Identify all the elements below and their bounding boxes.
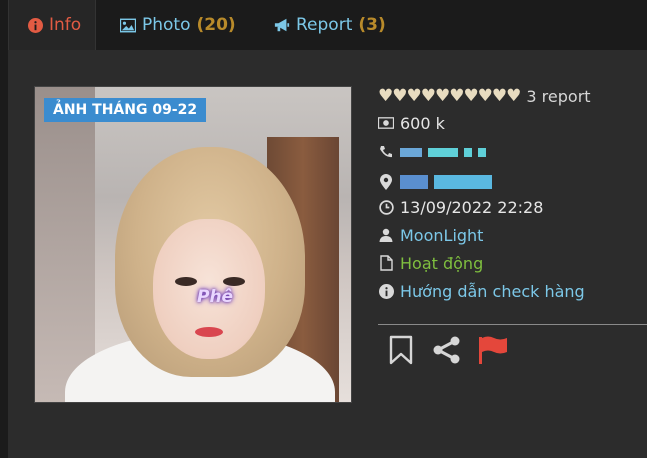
user-icon — [378, 227, 394, 243]
share-button[interactable] — [432, 336, 462, 368]
user-row: MoonLight — [378, 223, 483, 247]
check-guide-link[interactable]: Hướng dẫn check hàng — [400, 282, 585, 301]
info-circle-icon — [27, 17, 43, 33]
action-bar — [386, 335, 508, 369]
profile-photo[interactable]: Phê ẢNH THÁNG 09-22 — [34, 86, 352, 403]
tab-info[interactable]: Info — [8, 0, 96, 50]
info-circle-icon — [378, 283, 394, 299]
photo-sticker: Phê — [197, 287, 234, 307]
report-flag-button[interactable] — [478, 336, 508, 368]
price-value: 600 k — [400, 113, 445, 133]
tab-info-label: Info — [49, 15, 82, 35]
phone-redacted — [400, 147, 486, 157]
tab-report[interactable]: Report (3) — [274, 0, 386, 50]
hearts-rating: ♥♥♥♥♥♥♥♥♥♥ — [378, 86, 521, 106]
tab-photo-count: (20) — [196, 15, 236, 35]
user-link[interactable]: MoonLight — [400, 226, 483, 245]
status-value: Hoạt động — [400, 253, 484, 273]
address-row — [378, 170, 492, 194]
bookmark-button[interactable] — [386, 335, 416, 369]
address-redacted — [400, 175, 492, 189]
flag-icon — [477, 335, 509, 369]
image-icon — [120, 17, 136, 33]
bookmark-icon — [389, 335, 413, 369]
photo-lips — [195, 327, 223, 337]
share-icon — [432, 336, 462, 368]
divider — [378, 324, 647, 325]
tab-photo[interactable]: Photo (20) — [120, 0, 236, 50]
file-icon — [378, 255, 394, 271]
tab-bar: Info Photo (20) Report (3) — [0, 0, 647, 50]
status-row: Hoạt động — [378, 251, 483, 275]
clock-icon — [378, 199, 394, 215]
tab-photo-label: Photo — [142, 15, 191, 35]
tab-report-label: Report — [296, 15, 353, 35]
datetime-row: 13/09/2022 22:28 — [378, 195, 543, 219]
report-count: 3 report — [526, 86, 591, 106]
map-marker-icon — [378, 174, 394, 190]
phone-icon — [378, 144, 394, 160]
rating-row: ♥♥♥♥♥♥♥♥♥♥ 3 report — [378, 84, 591, 108]
tab-report-count: (3) — [358, 15, 386, 35]
bullhorn-icon — [274, 17, 290, 33]
money-icon — [378, 115, 394, 131]
datetime-value: 13/09/2022 22:28 — [400, 197, 544, 217]
price-row: 600 k — [378, 111, 445, 135]
phone-row — [378, 140, 486, 164]
photo-eye — [175, 277, 197, 286]
photo-month-badge: ẢNH THÁNG 09-22 — [44, 98, 207, 122]
guide-row: Hướng dẫn check hàng — [378, 279, 585, 303]
photo-background — [35, 87, 95, 402]
photo-eye — [223, 277, 245, 286]
